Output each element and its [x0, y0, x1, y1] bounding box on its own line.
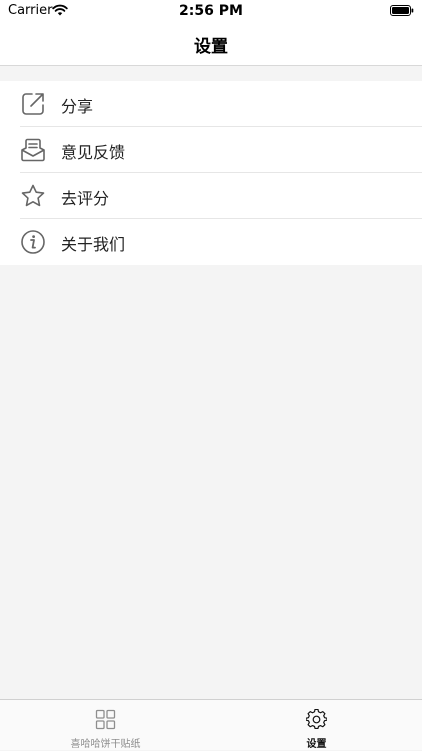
- grid-icon: [95, 709, 116, 730]
- settings-item-rate[interactable]: 去评分: [20, 173, 422, 219]
- info-icon: [21, 230, 45, 254]
- navigation-bar: 设置: [0, 22, 422, 66]
- battery-icon: [390, 5, 414, 16]
- tab-label: 设置: [306, 739, 327, 750]
- status-bar: Carrier 2:56 PM: [0, 0, 422, 22]
- settings-item-label: 意见反馈: [61, 143, 126, 162]
- settings-item-label: 关于我们: [61, 235, 126, 254]
- settings-item-label: 分享: [61, 97, 94, 116]
- status-time: 2:56 PM: [179, 3, 243, 19]
- star-icon: [21, 184, 45, 207]
- settings-item-share[interactable]: 分享: [20, 81, 422, 127]
- tab-label: 喜哈哈饼干贴纸: [70, 739, 141, 750]
- tab-settings[interactable]: 设置: [211, 700, 422, 751]
- page-title: 设置: [194, 37, 228, 57]
- feedback-mail-icon: [21, 138, 45, 162]
- share-icon: [22, 93, 44, 115]
- tab-stickers[interactable]: 喜哈哈饼干贴纸: [0, 700, 211, 751]
- gear-icon: [306, 709, 327, 729]
- tab-bar: 喜哈哈饼干贴纸 设置: [0, 699, 422, 750]
- settings-list: 分享 意见反馈 去评分 关于我们: [0, 81, 422, 265]
- settings-item-about[interactable]: 关于我们: [20, 219, 422, 265]
- settings-item-feedback[interactable]: 意见反馈: [20, 127, 422, 173]
- settings-item-label: 去评分: [61, 189, 110, 208]
